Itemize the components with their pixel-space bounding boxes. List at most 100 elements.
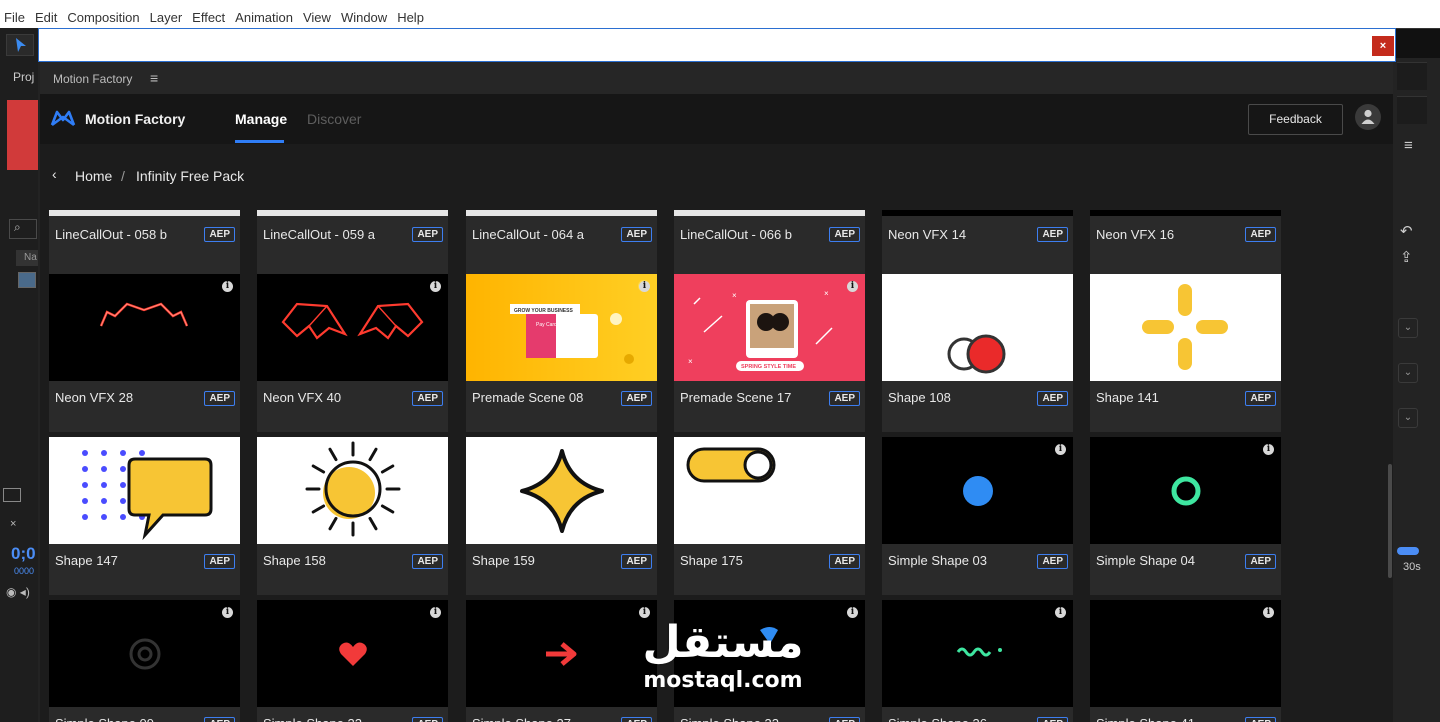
user-avatar-icon[interactable] (1355, 104, 1381, 130)
menu-item-help[interactable]: Help (397, 10, 424, 25)
asset-thumbnail[interactable] (49, 600, 240, 707)
search-icon[interactable]: ⌕ (9, 219, 37, 239)
chevron-down-icon[interactable]: ⌄ (1398, 363, 1418, 383)
asset-thumbnail[interactable] (882, 274, 1073, 381)
info-icon[interactable]: i (222, 281, 233, 292)
info-icon[interactable]: i (430, 281, 441, 292)
panel-menu-icon[interactable]: ≡ (1404, 137, 1413, 154)
format-badge: AEP (204, 717, 235, 722)
menu-item-effect[interactable]: Effect (192, 10, 225, 25)
asset-card[interactable]: SPRING STYLE TIME × × × i Premade Scene 17 AEP (674, 274, 865, 432)
format-badge: AEP (1037, 391, 1068, 406)
asset-card[interactable]: i Neon VFX 40 AEP (257, 274, 448, 432)
asset-thumbnail[interactable] (466, 210, 657, 216)
menu-item-edit[interactable]: Edit (35, 10, 57, 25)
close-button[interactable]: × (1372, 36, 1394, 56)
menu-item-window[interactable]: Window (341, 10, 387, 25)
visibility-icon[interactable]: ◉ ◂) (6, 585, 30, 599)
format-badge: AEP (621, 391, 652, 406)
name-column-header[interactable]: Na (16, 250, 38, 266)
panel-tab-label[interactable]: Motion Factory (53, 72, 132, 86)
menu-item-animation[interactable]: Animation (235, 10, 293, 25)
asset-title: Simple Shape 03 (888, 553, 988, 568)
asset-thumbnail[interactable] (257, 274, 448, 381)
undo-icon[interactable]: ↶ (1400, 222, 1413, 240)
asset-thumbnail[interactable] (674, 210, 865, 216)
format-badge: AEP (829, 717, 860, 722)
menu-item-composition[interactable]: Composition (67, 10, 139, 25)
scrollbar[interactable] (1388, 464, 1392, 578)
back-chevron-icon[interactable]: ‹ (52, 166, 57, 182)
asset-thumbnail[interactable] (674, 437, 865, 544)
panel-tab-bar: Motion Factory ≡ (40, 62, 1393, 94)
asset-title: Shape 141 (1096, 390, 1159, 405)
breadcrumb-home[interactable]: Home (75, 168, 112, 184)
menu-item-file[interactable]: File (4, 10, 25, 25)
format-badge: AEP (1245, 391, 1276, 406)
asset-card[interactable]: i Simple Shape 22 AEP (257, 600, 448, 722)
flowchart-icon[interactable] (3, 488, 21, 502)
info-icon[interactable]: i (430, 607, 441, 618)
asset-card[interactable]: Shape 108 AEP (882, 274, 1073, 432)
export-icon[interactable]: ⇪ (1400, 248, 1413, 266)
timecode[interactable]: 0;0 (11, 544, 36, 564)
info-icon[interactable]: i (1263, 607, 1274, 618)
asset-card[interactable]: i Simple Shape 04 AEP (1090, 437, 1281, 595)
info-icon[interactable]: i (1055, 444, 1066, 455)
asset-thumbnail[interactable] (49, 274, 240, 381)
asset-title: Neon VFX 16 (1096, 227, 1175, 242)
asset-card[interactable]: i Simple Shape 36 AEP (882, 600, 1073, 722)
info-icon[interactable]: i (847, 281, 858, 292)
asset-card[interactable]: Shape 158 AEP (257, 437, 448, 595)
chevron-down-icon[interactable]: ⌄ (1398, 408, 1418, 428)
asset-thumbnail[interactable] (1090, 274, 1281, 381)
asset-title: Simple Shape 27 (472, 716, 571, 722)
asset-card[interactable]: GROW YOUR BUSINESS Pay Card i Premade Scene… (466, 274, 657, 432)
asset-card[interactable]: i Simple Shape 03 AEP (882, 437, 1073, 595)
asset-card[interactable]: Shape 141 AEP (1090, 274, 1281, 432)
selection-tool-button[interactable] (6, 34, 34, 56)
asset-thumbnail[interactable]: GROW YOUR BUSINESS Pay Card (466, 274, 657, 381)
asset-card[interactable]: i Neon VFX 28 AEP (49, 274, 240, 432)
info-icon[interactable]: i (222, 607, 233, 618)
chevron-down-icon[interactable]: ⌄ (1398, 318, 1418, 338)
tab-manage[interactable]: Manage (235, 111, 287, 127)
time-navigator-handle[interactable] (1397, 547, 1419, 555)
project-panel-label[interactable]: Proj (13, 70, 34, 84)
info-icon[interactable]: i (639, 281, 650, 292)
info-icon[interactable]: i (1263, 444, 1274, 455)
asset-thumbnail[interactable] (1090, 600, 1281, 707)
menu-item-layer[interactable]: Layer (150, 10, 183, 25)
asset-thumbnail[interactable] (257, 437, 448, 544)
asset-card[interactable]: Shape 159 AEP (466, 437, 657, 595)
asset-thumbnail[interactable] (49, 210, 240, 216)
asset-thumbnail[interactable] (882, 600, 1073, 707)
asset-thumbnail[interactable] (257, 600, 448, 707)
feedback-button[interactable]: Feedback (1248, 104, 1343, 135)
asset-thumbnail[interactable] (882, 437, 1073, 544)
asset-card[interactable]: i Simple Shape 41 AEP (1090, 600, 1281, 722)
hamburger-icon[interactable]: ≡ (150, 70, 158, 86)
info-icon[interactable]: i (847, 607, 858, 618)
asset-card[interactable]: i Simple Shape 09 AEP (49, 600, 240, 722)
asset-thumbnail[interactable] (466, 437, 657, 544)
tab-discover[interactable]: Discover (307, 111, 361, 127)
asset-thumbnail[interactable] (1090, 437, 1281, 544)
svg-text:SPRING STYLE TIME: SPRING STYLE TIME (741, 364, 796, 370)
asset-thumbnail[interactable] (257, 210, 448, 216)
format-badge: AEP (621, 227, 652, 242)
asset-thumbnail[interactable]: SPRING STYLE TIME × × × (674, 274, 865, 381)
menu-item-view[interactable]: View (303, 10, 331, 25)
asset-thumbnail[interactable] (882, 210, 1073, 216)
active-tab-indicator (235, 140, 284, 143)
info-icon[interactable]: i (1055, 607, 1066, 618)
asset-title: Simple Shape 41 (1096, 716, 1195, 722)
asset-thumbnail[interactable] (49, 437, 240, 544)
asset-card[interactable]: Shape 175 AEP (674, 437, 865, 595)
asset-title: LineCallOut - 059 a (263, 227, 376, 242)
breadcrumb-current: Infinity Free Pack (136, 168, 245, 184)
asset-thumbnail[interactable] (1090, 210, 1281, 216)
close-icon[interactable]: × (10, 518, 16, 530)
footage-icon[interactable] (18, 272, 36, 288)
asset-card[interactable]: Shape 147 AEP (49, 437, 240, 595)
